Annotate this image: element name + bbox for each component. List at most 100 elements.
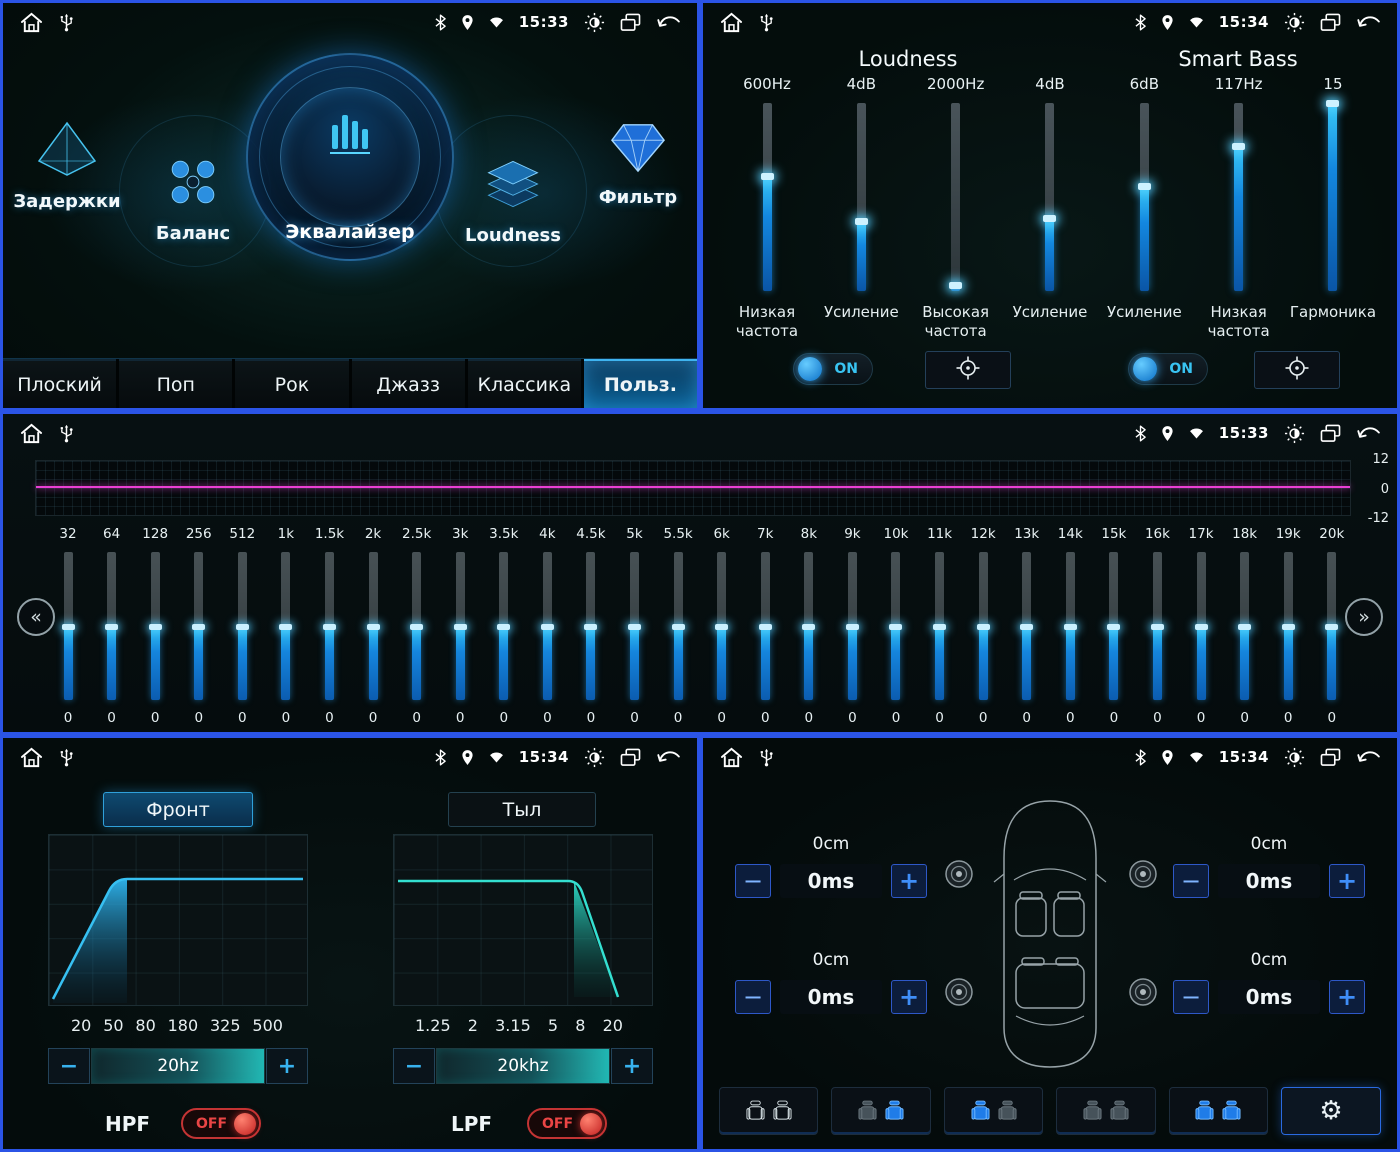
band-slider[interactable] bbox=[671, 552, 685, 700]
hpf-minus-button[interactable]: − bbox=[48, 1048, 90, 1084]
band-fill bbox=[61, 624, 75, 700]
slider-track[interactable] bbox=[949, 103, 963, 291]
preset-tab-3[interactable]: Джазз bbox=[351, 359, 465, 408]
settings-button[interactable]: ⚙ bbox=[1281, 1087, 1382, 1135]
slider-track[interactable] bbox=[1232, 103, 1246, 291]
menu-item-balance[interactable]: Баланс bbox=[133, 153, 253, 244]
recent-apps-icon[interactable] bbox=[620, 748, 641, 767]
loudness-on-toggle[interactable]: ON bbox=[793, 353, 873, 385]
delay-plus-button[interactable]: + bbox=[1329, 980, 1365, 1014]
band-slider[interactable] bbox=[1281, 552, 1295, 700]
lpf-plus-button[interactable]: + bbox=[611, 1048, 653, 1084]
tab-rear[interactable]: Тыл bbox=[448, 792, 596, 827]
scroll-left-button[interactable]: « bbox=[17, 598, 55, 636]
delay-minus-button[interactable]: − bbox=[735, 864, 771, 898]
band-slider[interactable] bbox=[279, 552, 293, 700]
band-slider[interactable] bbox=[148, 552, 162, 700]
menu-item-equalizer[interactable]: Эквалайзер bbox=[246, 53, 454, 261]
preset-tab-1[interactable]: Поп bbox=[119, 359, 233, 408]
recent-apps-icon[interactable] bbox=[620, 13, 641, 32]
band-slider[interactable] bbox=[933, 552, 947, 700]
lpf-off-toggle[interactable]: OFF bbox=[527, 1108, 607, 1139]
listening-position-button-2[interactable] bbox=[831, 1087, 931, 1135]
delay-minus-button[interactable]: − bbox=[1173, 864, 1209, 898]
scroll-right-button[interactable]: » bbox=[1345, 598, 1383, 636]
home-icon[interactable] bbox=[719, 746, 744, 769]
back-icon[interactable] bbox=[1356, 425, 1381, 442]
listening-position-button-1[interactable] bbox=[719, 1087, 819, 1135]
band-slider[interactable] bbox=[366, 552, 380, 700]
home-icon[interactable] bbox=[19, 11, 44, 34]
recent-apps-icon[interactable] bbox=[1320, 13, 1341, 32]
delay-minus-button[interactable]: − bbox=[735, 980, 771, 1014]
brightness-icon[interactable] bbox=[584, 747, 605, 768]
band-slider[interactable] bbox=[584, 552, 598, 700]
slider-track[interactable] bbox=[760, 103, 774, 291]
band-slider[interactable] bbox=[1020, 552, 1034, 700]
band-slider[interactable] bbox=[1238, 552, 1252, 700]
menu-item-delays[interactable]: Задержки bbox=[11, 119, 123, 212]
band-slider[interactable] bbox=[192, 552, 206, 700]
menu-item-filter[interactable]: Фильтр bbox=[579, 119, 697, 208]
home-icon[interactable] bbox=[719, 11, 744, 34]
slider-track[interactable] bbox=[1137, 103, 1151, 291]
preset-tab-2[interactable]: Рок bbox=[235, 359, 349, 408]
listening-position-button-3[interactable] bbox=[943, 1087, 1044, 1135]
back-icon[interactable] bbox=[656, 14, 681, 31]
lpf-frequency-bar[interactable]: 20khz bbox=[436, 1048, 610, 1084]
band-slider[interactable] bbox=[1325, 552, 1339, 700]
band-slider[interactable] bbox=[976, 552, 990, 700]
loudness-reset-button[interactable] bbox=[925, 351, 1011, 389]
hpf-frequency-bar[interactable]: 20hz bbox=[91, 1048, 265, 1084]
band-slider[interactable] bbox=[1063, 552, 1077, 700]
band-value: 0 bbox=[978, 710, 988, 726]
lpf-minus-button[interactable]: − bbox=[393, 1048, 435, 1084]
preset-tab-4[interactable]: Классика bbox=[467, 359, 581, 408]
band-slider[interactable] bbox=[235, 552, 249, 700]
slider-track[interactable] bbox=[854, 103, 868, 291]
brightness-icon[interactable] bbox=[584, 12, 605, 33]
smartbass-on-toggle[interactable]: ON bbox=[1128, 353, 1208, 385]
band-slider[interactable] bbox=[497, 552, 511, 700]
band-slider[interactable] bbox=[105, 552, 119, 700]
slider-track[interactable] bbox=[1326, 100, 1340, 291]
delay-plus-button[interactable]: + bbox=[891, 980, 927, 1014]
recent-apps-icon[interactable] bbox=[1320, 424, 1341, 443]
brightness-icon[interactable] bbox=[1284, 747, 1305, 768]
hpf-off-toggle[interactable]: OFF bbox=[181, 1108, 261, 1139]
home-icon[interactable] bbox=[19, 422, 44, 445]
listening-position-button-4[interactable] bbox=[1056, 1087, 1156, 1135]
delay-minus-button[interactable]: − bbox=[1173, 980, 1209, 1014]
band-slider[interactable] bbox=[802, 552, 816, 700]
band-slider[interactable] bbox=[322, 552, 336, 700]
tab-front[interactable]: Фронт bbox=[103, 792, 253, 827]
delay-plus-button[interactable]: + bbox=[1329, 864, 1365, 898]
home-icon[interactable] bbox=[19, 746, 44, 769]
band-slider[interactable] bbox=[758, 552, 772, 700]
band-slider[interactable] bbox=[1194, 552, 1208, 700]
band-slider[interactable] bbox=[453, 552, 467, 700]
band-slider[interactable] bbox=[715, 552, 729, 700]
band-slider[interactable] bbox=[61, 552, 75, 700]
band-slider[interactable] bbox=[845, 552, 859, 700]
band-slider[interactable] bbox=[1107, 552, 1121, 700]
band-slider[interactable] bbox=[889, 552, 903, 700]
recent-apps-icon[interactable] bbox=[1320, 748, 1341, 767]
menu-item-loudness[interactable]: Loudness bbox=[451, 155, 575, 246]
back-icon[interactable] bbox=[1356, 14, 1381, 31]
slider-track[interactable] bbox=[1043, 103, 1057, 291]
preset-tab-0[interactable]: Плоский bbox=[3, 359, 117, 408]
band-slider[interactable] bbox=[410, 552, 424, 700]
smartbass-reset-button[interactable] bbox=[1254, 351, 1340, 389]
delay-plus-button[interactable]: + bbox=[891, 864, 927, 898]
hpf-plus-button[interactable]: + bbox=[266, 1048, 308, 1084]
back-icon[interactable] bbox=[1356, 749, 1381, 766]
listening-position-button-5[interactable] bbox=[1168, 1087, 1269, 1135]
band-slider[interactable] bbox=[540, 552, 554, 700]
brightness-icon[interactable] bbox=[1284, 12, 1305, 33]
band-slider[interactable] bbox=[628, 552, 642, 700]
brightness-icon[interactable] bbox=[1284, 423, 1305, 444]
back-icon[interactable] bbox=[656, 749, 681, 766]
preset-tab-5[interactable]: Польз. bbox=[583, 359, 697, 408]
band-slider[interactable] bbox=[1150, 552, 1164, 700]
